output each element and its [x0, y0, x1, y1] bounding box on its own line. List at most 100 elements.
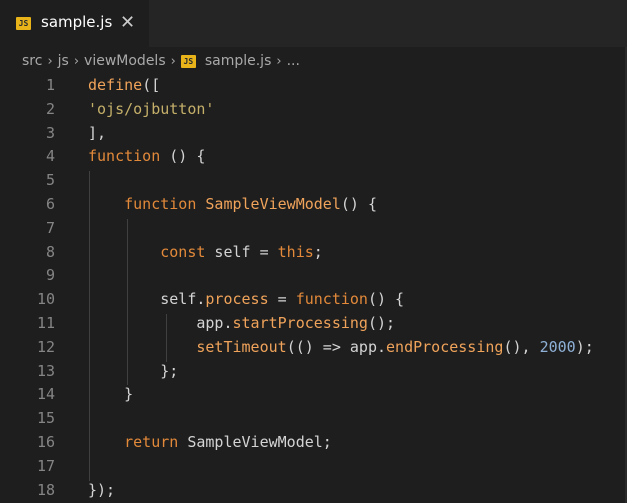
- code-line: 1 define([: [0, 74, 627, 98]
- code-token: return: [124, 433, 179, 451]
- code-token: ([: [142, 76, 161, 94]
- tab-sample-js[interactable]: JS sample.js ✕: [0, 0, 149, 47]
- breadcrumb-file[interactable]: JS sample.js: [180, 53, 272, 69]
- code-token: const: [160, 242, 206, 261]
- line-number: 1: [45, 76, 55, 94]
- code-text: function SampleViewModel() {: [88, 193, 377, 217]
- code-line: 2 'ojs/ojbutton': [0, 98, 627, 122]
- code-token: setTimeout: [196, 337, 287, 356]
- line-number: 10: [36, 290, 55, 309]
- line-number: 17: [36, 456, 55, 475]
- code-token: startProcessing: [232, 314, 368, 332]
- code-token: self =: [205, 242, 278, 261]
- code-text: });: [88, 479, 115, 503]
- code-token: };: [88, 361, 179, 380]
- line-number: 4: [45, 147, 55, 166]
- breadcrumb-file-label: sample.js: [204, 53, 272, 69]
- chevron-right-icon: ›: [73, 53, 80, 69]
- code-token: process: [205, 290, 269, 309]
- code-token: self.: [88, 290, 206, 309]
- code-text: self.process = function() {: [88, 288, 404, 312]
- code-editor[interactable]: 1 define([2'ojs/ojbutton' 3], 4 function () …: [0, 74, 627, 503]
- line-number: 16: [36, 433, 55, 451]
- code-text: ],: [88, 122, 106, 146]
- line-number: 6: [45, 195, 55, 213]
- line-number: 14: [36, 385, 55, 404]
- code-token: 2000: [539, 337, 576, 356]
- code-text: }: [88, 383, 133, 407]
- code-line: 3],: [0, 122, 627, 146]
- code-line: 15: [0, 407, 627, 431]
- tab-label: sample.js: [41, 13, 113, 31]
- chevron-right-icon: ›: [47, 53, 53, 69]
- line-number: 8: [45, 242, 55, 261]
- code-token: });: [88, 480, 116, 499]
- code-token: ();: [367, 314, 396, 332]
- code-token: () {: [160, 147, 206, 166]
- code-line: 9: [0, 264, 627, 288]
- breadcrumb-src[interactable]: src: [22, 53, 42, 69]
- line-number: 13: [36, 361, 55, 380]
- line-number: 11: [36, 314, 55, 332]
- breadcrumb-more[interactable]: ...: [287, 53, 300, 69]
- indent-guide: [127, 218, 128, 386]
- code-token: define: [88, 76, 143, 94]
- code-token: (),: [503, 337, 540, 356]
- code-line: 11 app.startProcessing();: [0, 312, 627, 336]
- code-token: ;: [313, 242, 323, 261]
- line-number: 15: [36, 409, 55, 428]
- code-token: () {: [340, 195, 377, 213]
- code-token: }: [88, 385, 134, 404]
- code-token: (() => app.: [286, 337, 387, 356]
- code-text: 'ojs/ojbutton': [88, 98, 214, 122]
- code-line: 16 return SampleViewModel;: [0, 431, 627, 455]
- line-number: 12: [36, 337, 55, 356]
- code-text: app.startProcessing();: [88, 312, 395, 336]
- code-token: SampleViewModel;: [178, 433, 332, 451]
- code-line: 18});: [0, 479, 627, 503]
- close-icon[interactable]: ✕: [120, 11, 135, 35]
- line-number: 3: [45, 123, 55, 142]
- js-file-icon: JS: [180, 54, 196, 68]
- line-number: 18: [36, 480, 55, 499]
- code-line: 14 }: [0, 383, 627, 407]
- code-line: 10 self.process = function() {: [0, 288, 627, 312]
- code-text: };: [88, 360, 178, 384]
- indent-guide: [166, 314, 167, 362]
- code-line: 7: [0, 217, 627, 241]
- code-token: 'ojs/ojbutton': [88, 99, 215, 118]
- code-line: 17: [0, 455, 627, 479]
- code-token: ],: [88, 123, 107, 142]
- js-file-icon: JS: [16, 17, 31, 30]
- line-number: 2: [45, 99, 55, 118]
- code-line: 6 function SampleViewModel() {: [0, 193, 627, 217]
- code-token: );: [575, 337, 594, 356]
- breadcrumb-viewmodels[interactable]: viewModels: [84, 53, 166, 69]
- code-text: return SampleViewModel;: [88, 431, 332, 455]
- code-line: 8 const self = this;: [0, 241, 627, 265]
- code-line: 13 };: [0, 360, 627, 384]
- code-token: =: [268, 290, 296, 309]
- indent-guide: [89, 171, 90, 481]
- line-number: 9: [45, 266, 55, 285]
- breadcrumb-js[interactable]: js: [58, 53, 69, 69]
- code-token: function: [295, 290, 368, 309]
- tab-bar: JS sample.js ✕: [0, 0, 627, 47]
- code-token: function: [88, 147, 161, 166]
- code-text: define([: [88, 74, 160, 98]
- code-token: app.: [88, 314, 233, 332]
- code-line: 5: [0, 169, 627, 193]
- code-text: function () {: [88, 145, 205, 169]
- code-line: 12 setTimeout(() => app.endProcessing(),…: [0, 336, 627, 360]
- code-line: 4 function () {: [0, 145, 627, 169]
- code-token: SampleViewModel: [205, 195, 341, 213]
- line-number: 7: [45, 218, 55, 237]
- code-token: function: [124, 195, 197, 213]
- chevron-right-icon: ›: [276, 53, 282, 69]
- breadcrumb: src › js › viewModels › JS sample.js › ..…: [0, 47, 627, 75]
- code-token: this: [277, 242, 314, 261]
